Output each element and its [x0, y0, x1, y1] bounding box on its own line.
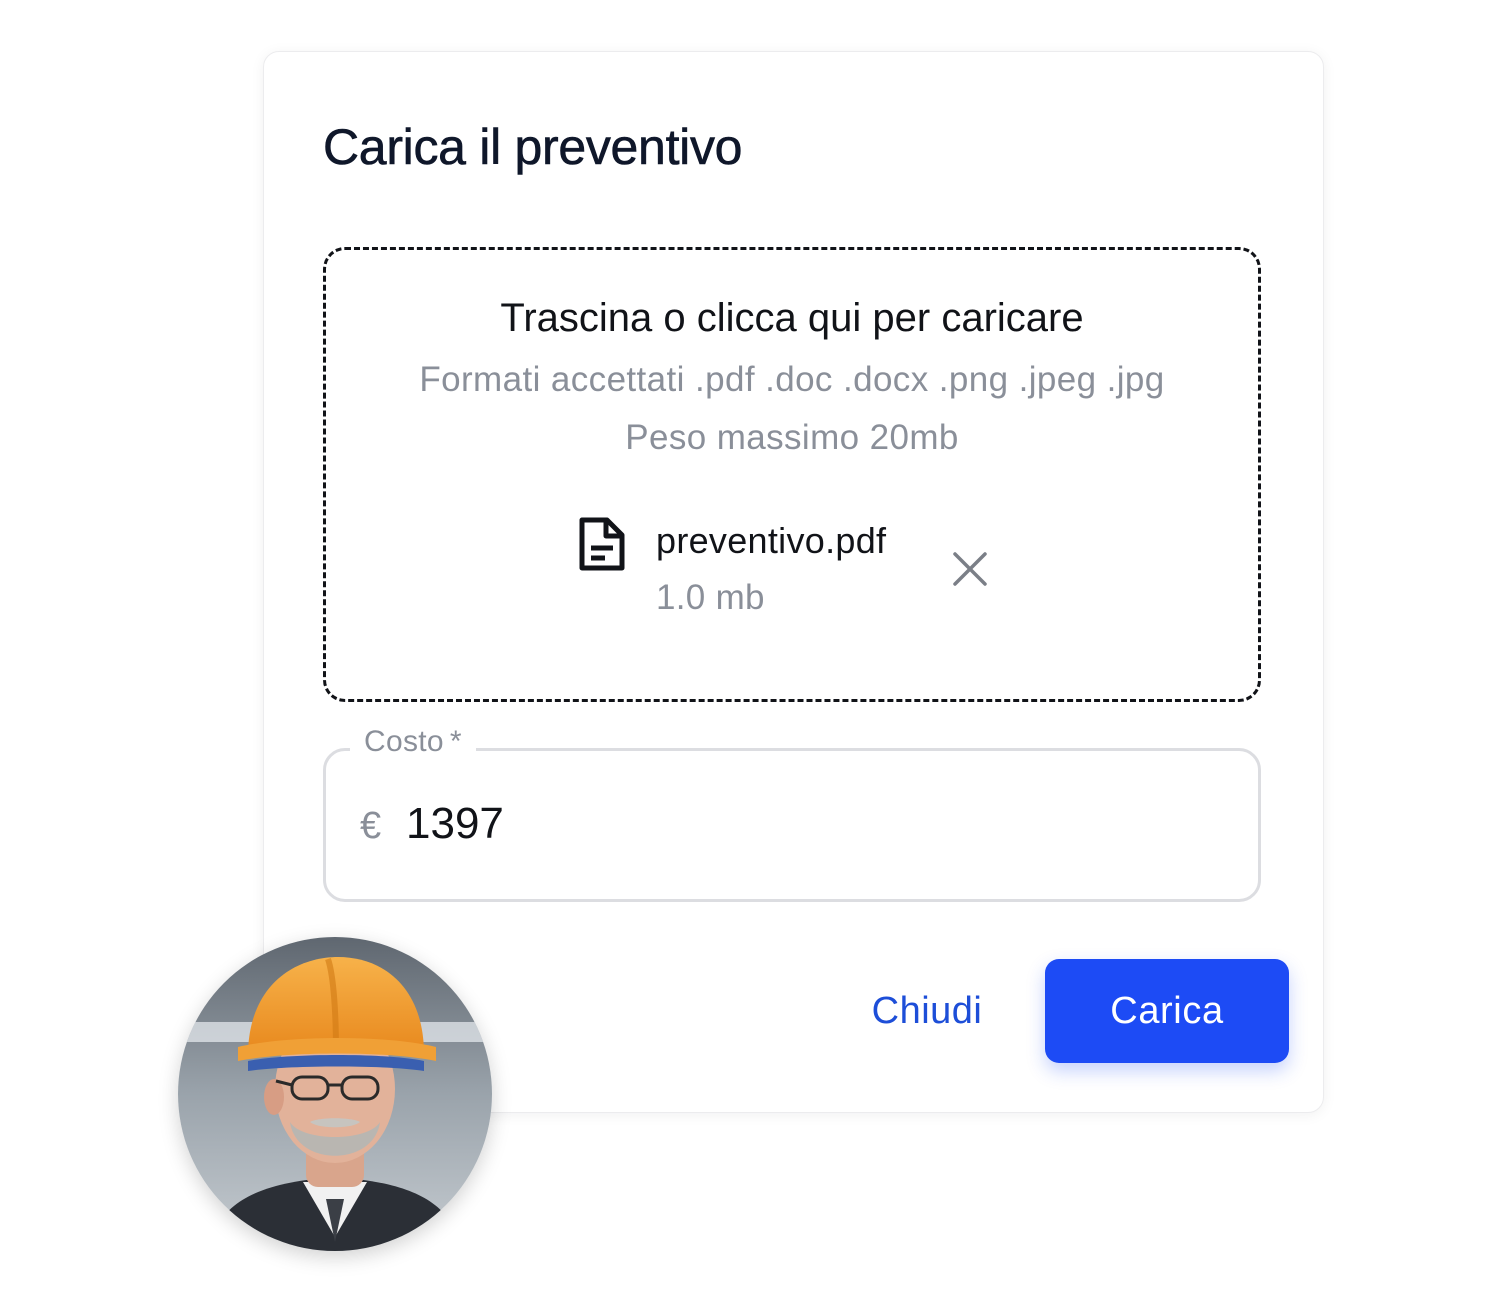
close-button[interactable]: Chiudi [847, 984, 1007, 1038]
dialog-title: Carica il preventivo [323, 119, 743, 176]
uploaded-file-size: 1.0 mb [656, 578, 765, 617]
cost-input[interactable] [406, 799, 1006, 849]
required-marker: * [449, 725, 462, 758]
max-size-text: Peso massimo 20mb [625, 418, 959, 457]
currency-symbol: € [360, 805, 382, 847]
upload-button[interactable]: Carica [1045, 959, 1289, 1063]
uploaded-file-name: preventivo.pdf [656, 520, 887, 561]
avatar [178, 937, 492, 1251]
upload-quote-dialog: Carica il preventivo Trascina o clicca q… [263, 51, 1324, 1113]
file-dropzone[interactable]: Trascina o clicca qui per caricare Forma… [323, 247, 1261, 702]
accepted-formats-text: Formati accettati .pdf .doc .docx .png .… [419, 360, 1165, 399]
document-icon [578, 516, 626, 572]
cost-field[interactable]: Costo * € [323, 725, 1261, 902]
cost-label: Costo * [350, 725, 476, 759]
close-icon[interactable] [951, 550, 989, 588]
dropzone-title: Trascina o clicca qui per caricare [500, 296, 1084, 340]
cost-label-text: Costo [364, 725, 444, 758]
